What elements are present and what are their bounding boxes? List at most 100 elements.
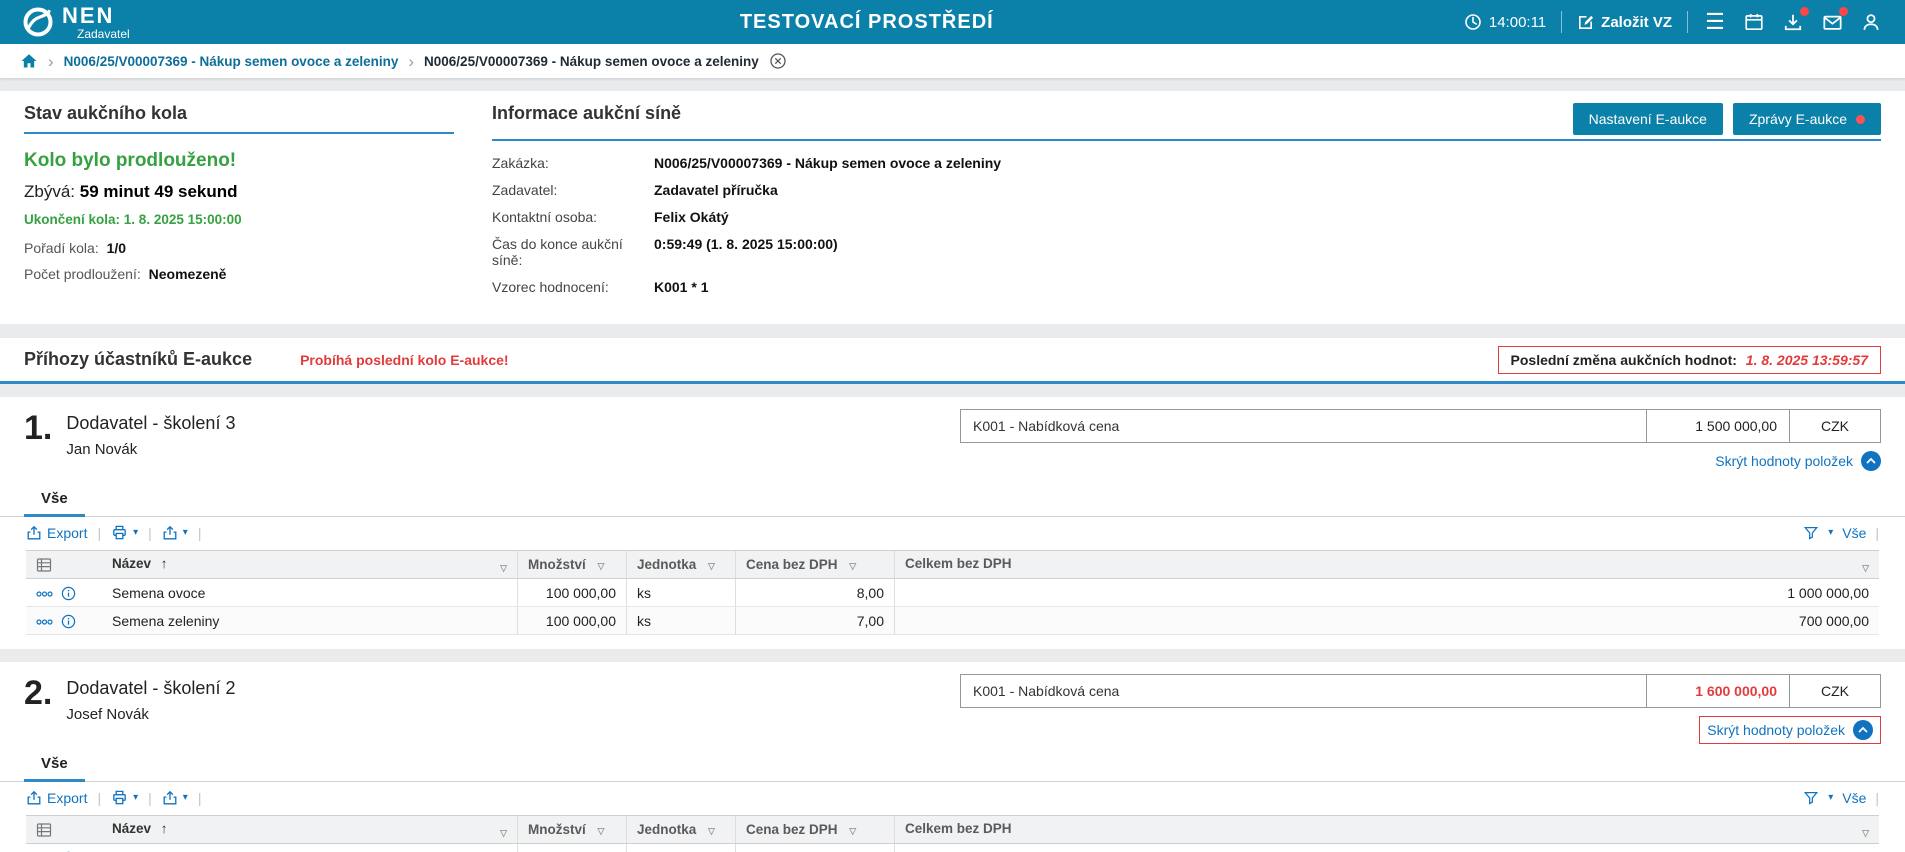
info-row-hall-end-time: Čas do konce aukční síně: 0:59:49 (1. 8.… [492,236,1881,268]
downloads-icon[interactable] [1781,10,1805,34]
user-icon[interactable] [1859,10,1883,34]
close-icon[interactable] [769,52,787,70]
column-settings-icon[interactable] [26,816,102,844]
row-info-icon[interactable] [61,614,76,629]
column-header-unit[interactable]: Jednotka ▽ [627,816,736,844]
show-all-link[interactable]: Vše [1842,790,1866,806]
rank-number: 2. [24,674,52,744]
column-label: Celkem bez DPH [905,821,1012,836]
row-actions-icon[interactable] [36,619,53,625]
hide-item-values-link[interactable]: Skrýt hodnoty položek [1707,722,1845,738]
breadcrumb: › N006/25/V00007369 - Nákup semen ovoce … [0,44,1905,79]
export-button[interactable]: Export [26,525,87,541]
column-header-name[interactable]: Název ↑ ▽ [102,551,518,579]
toolbar-separator: | [97,525,101,541]
participant-company: Dodavatel - školení 3 [66,413,235,434]
create-vz-button[interactable]: Založit VZ [1577,14,1672,31]
hide-item-values-toggle[interactable]: Skrýt hodnoty položek [1699,716,1881,744]
chevron-up-icon[interactable] [1853,720,1873,740]
bid-currency: CZK [1790,410,1880,442]
tab-all[interactable]: Vše [24,485,85,517]
round-end-value: 1. 8. 2025 15:00:00 [124,212,242,227]
filter-triangle-icon[interactable]: ▽ [849,826,856,836]
last-change-value: 1. 8. 2025 13:59:57 [1746,352,1868,368]
menu-icon[interactable]: ☰ [1703,10,1727,34]
export-button[interactable]: Export [26,790,87,806]
export-options-button[interactable]: ▾ [162,525,188,541]
sort-asc-icon[interactable]: ↑ [161,821,168,836]
table-toolbar: Export | ▾ | ▾ | ▾ Vše | [0,782,1905,813]
column-header-quantity[interactable]: Množství ▽ [518,816,627,844]
column-header-total[interactable]: Celkem bez DPH ▽ [895,551,1880,579]
show-all-link[interactable]: Vše [1842,525,1866,541]
item-unit: ks [627,607,736,635]
item-total: 700 000,00 [895,607,1880,635]
filter-triangle-icon[interactable]: ▽ [708,561,715,571]
round-end-label: Ukončení kola: [24,212,120,227]
filter-triangle-icon[interactable]: ▽ [1862,828,1869,839]
home-icon[interactable] [20,52,38,70]
bid-criterion-label: K001 - Nabídková cena [961,410,1647,442]
column-header-name[interactable]: Název ↑ ▽ [102,816,518,844]
row-actions-icon[interactable] [36,591,53,597]
round-order-value: 1/0 [107,240,126,256]
breadcrumb-item-1[interactable]: N006/25/V00007369 - Nákup semen ovoce a … [64,54,399,69]
filter-triangle-icon[interactable]: ▽ [849,561,856,571]
calendar-icon[interactable] [1742,10,1766,34]
round-order: Pořadí kola: 1/0 [24,240,454,256]
last-change-label: Poslední změna aukčních hodnot: [1511,352,1737,368]
item-quantity: 100 000,00 [518,607,627,635]
column-label: Množství [528,822,586,837]
filter-triangle-icon[interactable]: ▽ [500,563,507,574]
divider [1561,11,1562,33]
pencil-icon [1577,14,1594,31]
info-row-evaluation-formula: Vzorec hodnocení: K001 * 1 [492,279,1881,295]
column-settings-icon[interactable] [26,551,102,579]
eauction-settings-button[interactable]: Nastavení E-aukce [1573,103,1723,135]
info-label: Zakázka: [492,155,654,171]
column-label: Cena bez DPH [746,822,838,837]
item-unit: ks [627,579,736,607]
sort-asc-icon[interactable]: ↑ [161,556,168,571]
messages-icon[interactable] [1820,10,1844,34]
export-options-button[interactable]: ▾ [162,790,188,806]
print-button[interactable]: ▾ [111,789,138,806]
filter-icon[interactable] [1803,790,1819,806]
column-header-total[interactable]: Celkem bez DPH ▽ [895,816,1880,844]
extension-value: Neomezeně [149,266,227,282]
hide-item-values-link[interactable]: Skrýt hodnoty položek [1715,453,1853,469]
column-header-unit-price[interactable]: Cena bez DPH ▽ [736,816,895,844]
caret-down-icon[interactable]: ▾ [1828,792,1833,803]
column-header-unit-price[interactable]: Cena bez DPH ▽ [736,551,895,579]
info-row-contact-person: Kontaktní osoba: Felix Okátý [492,209,1881,225]
filter-triangle-icon[interactable]: ▽ [500,828,507,839]
info-row-contract: Zakázka: N006/25/V00007369 - Nákup semen… [492,155,1881,171]
chevron-up-icon[interactable] [1861,451,1881,471]
hall-panel-title: Informace aukční síně [492,103,681,124]
row-info-icon[interactable] [61,586,76,601]
export-label: Export [47,525,87,541]
column-header-quantity[interactable]: Množství ▽ [518,551,627,579]
tabs-bar: Vše [0,750,1905,782]
hide-item-values-toggle[interactable]: Skrýt hodnoty položek [1715,451,1881,471]
filter-triangle-icon[interactable]: ▽ [598,561,605,571]
caret-down-icon: ▾ [133,527,138,538]
column-header-unit[interactable]: Jednotka ▽ [627,551,736,579]
bid-value: 1 500 000,00 [1647,410,1790,442]
breadcrumb-item-2[interactable]: N006/25/V00007369 - Nákup semen ovoce a … [424,54,759,69]
filter-icon[interactable] [1803,525,1819,541]
caret-down-icon[interactable]: ▾ [1828,527,1833,538]
filter-triangle-icon[interactable]: ▽ [708,826,715,836]
filter-triangle-icon[interactable]: ▽ [598,826,605,836]
info-label: Kontaktní osoba: [492,209,654,225]
bid-summary: K001 - Nabídková cena 1 500 000,00 CZK [960,409,1881,443]
nen-logo-icon [22,6,54,38]
filter-triangle-icon[interactable]: ▽ [1862,563,1869,574]
eauction-messages-button[interactable]: Zprávy E-aukce [1733,103,1881,135]
item-name: Semena ovoce [102,844,518,852]
tab-all[interactable]: Vše [24,750,85,782]
print-button[interactable]: ▾ [111,524,138,541]
column-label: Celkem bez DPH [905,556,1012,571]
clock-icon [1464,13,1482,31]
nen-brand[interactable]: NEN Zadavatel [22,5,130,40]
